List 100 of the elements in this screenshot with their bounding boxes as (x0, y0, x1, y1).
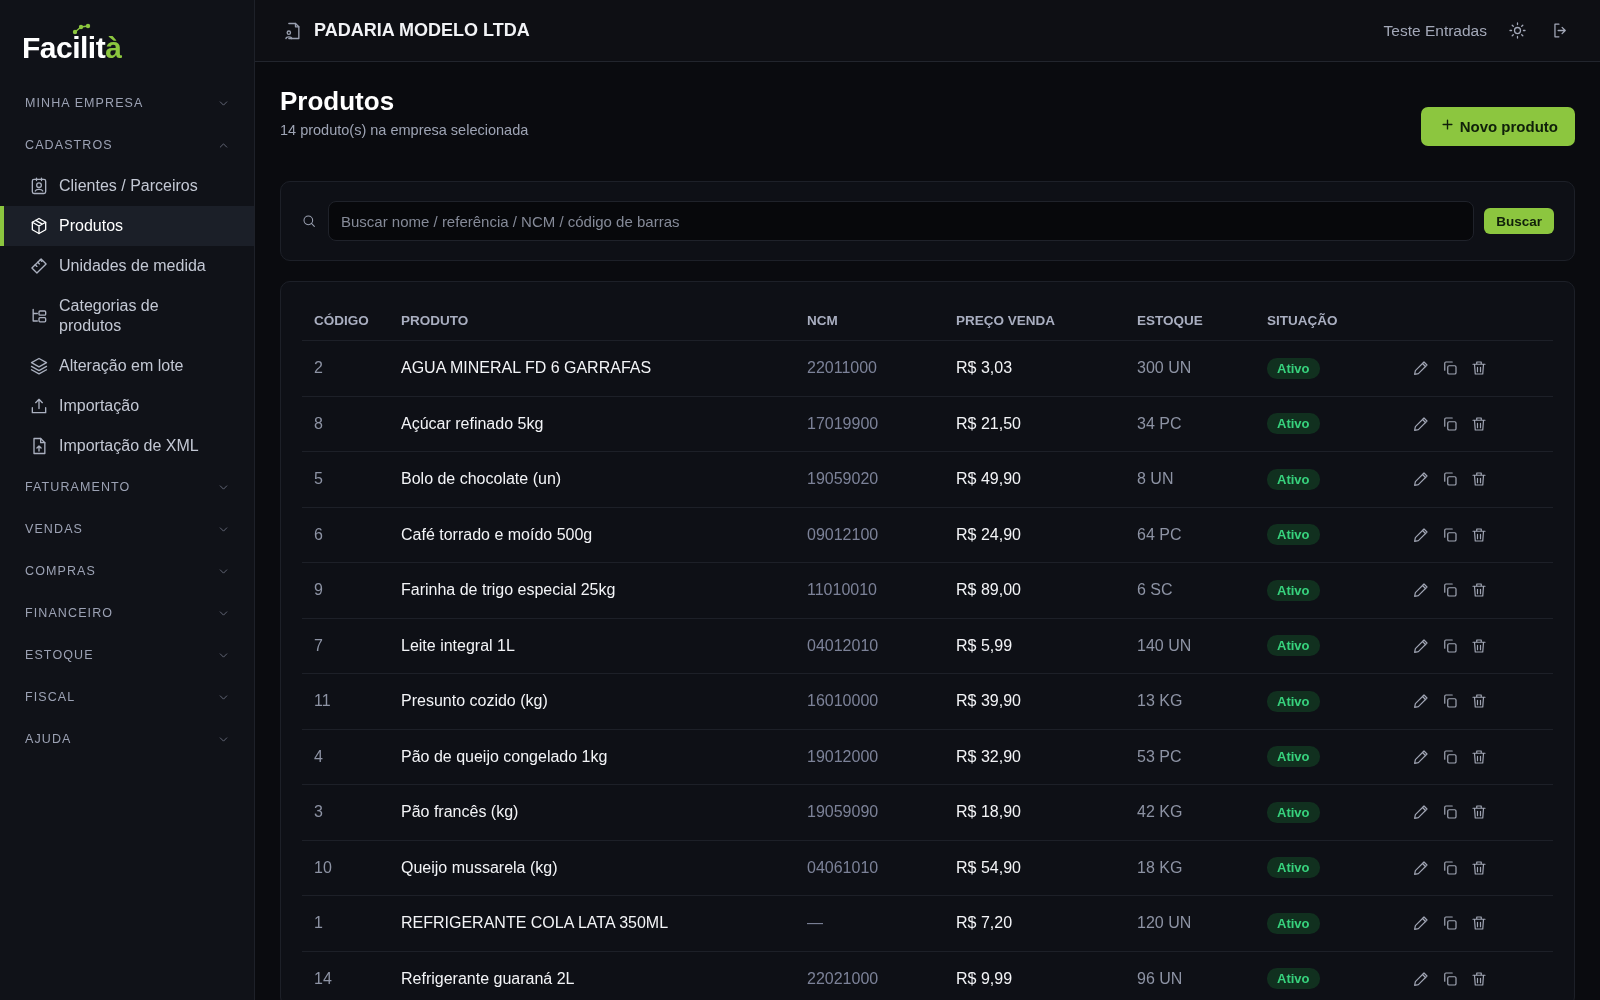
table-cell-text: 140 UN (1136, 636, 1193, 655)
table-cell-text: Pão de queijo congelado 1kg (400, 747, 609, 766)
trash-icon[interactable] (1470, 636, 1488, 655)
status-badge: Ativo (1267, 968, 1320, 990)
sidebar-item[interactable]: Importação de XML (0, 426, 254, 466)
table-cell-text: 4 (313, 747, 324, 766)
table-cell-text: R$ 9,99 (955, 969, 1014, 988)
trash-icon[interactable] (1470, 914, 1488, 933)
trash-icon[interactable] (1470, 525, 1488, 544)
table-cell-text: 6 (313, 525, 324, 544)
sidebar-section[interactable]: VENDAS (0, 508, 254, 550)
table-cell-text: Queijo mussarela (kg) (400, 858, 559, 877)
column-header: NCM (806, 312, 839, 328)
copy-icon[interactable] (1441, 914, 1459, 933)
trash-icon[interactable] (1470, 747, 1488, 766)
table-cell-text: R$ 24,90 (955, 525, 1022, 544)
table-cell-text: 16010000 (806, 692, 880, 711)
copy-icon[interactable] (1441, 470, 1459, 489)
trash-icon[interactable] (1470, 359, 1488, 378)
table-cell-text: R$ 54,90 (955, 858, 1022, 877)
pencil-icon[interactable] (1412, 359, 1430, 378)
pencil-icon[interactable] (1412, 581, 1430, 600)
copy-icon[interactable] (1441, 803, 1459, 822)
table-cell-text: R$ 49,90 (955, 470, 1022, 489)
trash-icon[interactable] (1470, 581, 1488, 600)
table-cell-text: 7 (313, 636, 324, 655)
table-cell-text: 17019900 (806, 414, 880, 433)
pencil-icon[interactable] (1412, 803, 1430, 822)
new-product-button[interactable]: Novo produto (1420, 107, 1575, 146)
copy-icon[interactable] (1441, 747, 1459, 766)
table-cell-text: 64 PC (1136, 525, 1183, 544)
sidebar-item[interactable]: Alteração em lote (0, 346, 254, 386)
trash-icon[interactable] (1470, 414, 1488, 433)
table-cell-text: 6 SC (1136, 581, 1174, 600)
column-header: SITUAÇÃO (1266, 312, 1339, 328)
table-cell-text: 34 PC (1136, 414, 1183, 433)
copy-icon[interactable] (1441, 636, 1459, 655)
table-cell-text: 11010010 (806, 581, 878, 600)
table-cell-text: 120 UN (1136, 914, 1193, 933)
table-cell-text: 22021000 (806, 969, 880, 988)
sidebar-item[interactable]: Clientes / Parceiros (0, 166, 254, 206)
table-cell-text: R$ 18,90 (955, 803, 1022, 822)
column-header: PREÇO VENDA (955, 312, 1056, 328)
sidebar-section[interactable]: ESTOQUE (0, 634, 254, 676)
table-cell-text: 10 (313, 858, 333, 877)
table-cell-text: 22011000 (806, 359, 878, 378)
table-cell-text: 53 PC (1136, 747, 1183, 766)
sidebar-section[interactable]: AJUDA (0, 718, 254, 760)
sidebar-section[interactable]: FISCAL (0, 676, 254, 718)
sidebar-section[interactable]: CADASTROS (0, 124, 254, 166)
table-cell-text: R$ 39,90 (955, 692, 1022, 711)
package-icon (29, 216, 49, 236)
network-dots-icon (72, 23, 91, 35)
table-cell-text: 18 KG (1136, 858, 1184, 877)
sidebar-item[interactable]: Categorias de produtos (0, 286, 254, 346)
pencil-icon[interactable] (1412, 470, 1430, 489)
copy-icon[interactable] (1441, 969, 1459, 988)
copy-icon[interactable] (1441, 414, 1459, 433)
table-cell-text: Café torrado e moído 500g (400, 525, 594, 544)
table-cell-text: 2 (313, 359, 324, 378)
trash-icon[interactable] (1470, 470, 1488, 489)
sidebar-section[interactable]: MINHA EMPRESA (0, 82, 254, 124)
sidebar-section[interactable]: FINANCEIRO (0, 592, 254, 634)
table-cell-text: Presunto cozido (kg) (400, 692, 549, 711)
pencil-icon[interactable] (1412, 914, 1430, 933)
copy-icon[interactable] (1441, 692, 1459, 711)
table-cell-text: 11 (313, 692, 332, 711)
sidebar-item[interactable]: Produtos (0, 206, 254, 246)
status-badge: Ativo (1267, 579, 1320, 601)
table-cell-text: 96 UN (1136, 969, 1184, 988)
copy-icon[interactable] (1441, 525, 1459, 544)
contact-card-icon (29, 176, 49, 196)
sun-icon[interactable] (1508, 21, 1527, 40)
trash-icon[interactable] (1470, 803, 1488, 822)
copy-icon[interactable] (1441, 581, 1459, 600)
table-cell-text: R$ 89,00 (955, 581, 1022, 600)
sidebar-item[interactable]: Importação (0, 386, 254, 426)
sidebar-item[interactable]: Unidades de medida (0, 246, 254, 286)
search-button[interactable]: Buscar (1484, 208, 1554, 234)
status-badge: Ativo (1267, 801, 1320, 823)
trash-icon[interactable] (1470, 858, 1488, 877)
table-cell-text: 19012000 (806, 747, 880, 766)
pencil-icon[interactable] (1412, 692, 1430, 711)
table-cell-text: 14 (313, 969, 333, 988)
search-field[interactable]: Buscar nome / referência / NCM / código de barras (328, 201, 1475, 241)
table-cell-text: 8 (313, 414, 324, 433)
trash-icon[interactable] (1470, 969, 1488, 988)
sidebar-section[interactable]: COMPRAS (0, 550, 254, 592)
table-cell-text: 42 KG (1136, 803, 1184, 822)
table-cell-text: 8 UN (1136, 470, 1175, 489)
logo: Facilità (22, 30, 122, 66)
table-cell-text: 1 (313, 914, 324, 933)
table-cell-text: 13 KG (1136, 692, 1184, 711)
column-header: CÓDIGO (313, 312, 370, 328)
copy-icon[interactable] (1441, 858, 1459, 877)
company-name: PADARIA MODELO LTDA (314, 20, 530, 41)
copy-icon[interactable] (1441, 359, 1459, 378)
table-cell-text: AGUA MINERAL FD 6 GARRAFAS (400, 359, 653, 378)
trash-icon[interactable] (1470, 692, 1488, 711)
sidebar-section[interactable]: FATURAMENTO (0, 466, 254, 508)
